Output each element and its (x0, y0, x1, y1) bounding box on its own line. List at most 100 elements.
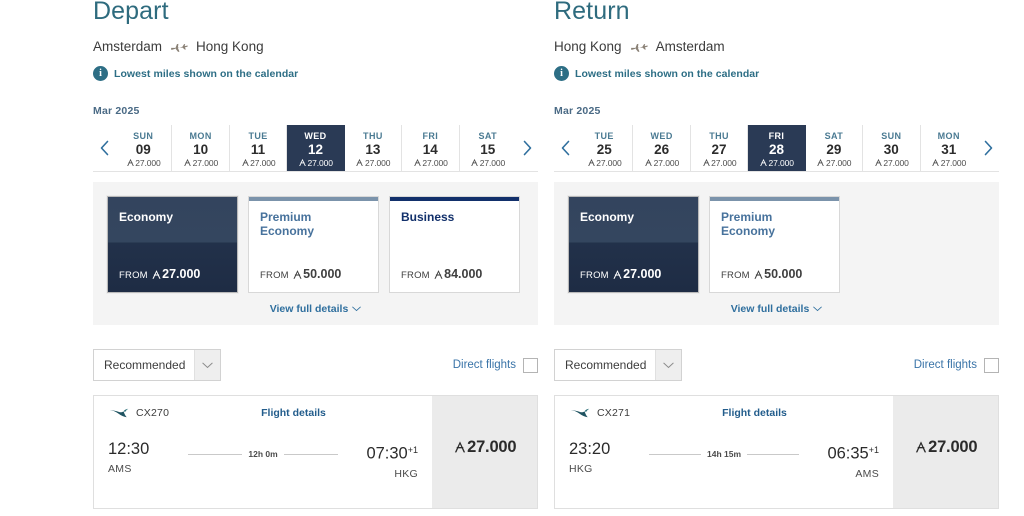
cabin-card-premium-economy[interactable]: Premium Economy FROM 50.000 (248, 196, 379, 293)
flight-details-link[interactable]: Flight details (261, 407, 326, 419)
flight-details-link[interactable]: Flight details (722, 407, 787, 419)
flight-number: CX271 (597, 407, 631, 419)
view-full-details-link-return[interactable]: View full details (568, 303, 985, 315)
direct-flights-checkbox[interactable] (523, 357, 538, 373)
view-full-details-link-depart[interactable]: View full details (107, 303, 524, 315)
calendar-day-09[interactable]: SUN 09 27.000 (115, 125, 173, 171)
departure-block: 12:30 AMS (108, 440, 180, 475)
cabin-price: FROM 50.000 (721, 267, 803, 282)
asia-miles-icon (702, 158, 711, 168)
sort-dropdown-return[interactable]: Recommended (554, 349, 682, 381)
calendar-day-14[interactable]: FRI 14 27.000 (402, 125, 460, 171)
flight-price-value: 27.000 (453, 438, 517, 457)
info-icon[interactable]: i (93, 66, 108, 81)
chevron-down-icon[interactable] (655, 350, 681, 380)
direct-flights-filter-depart[interactable]: Direct flights (452, 357, 538, 373)
direct-flights-label: Direct flights (452, 359, 516, 371)
calendar-day-weekday: TUE (594, 130, 614, 141)
chevron-down-icon[interactable] (194, 350, 220, 380)
calendar-prev-button[interactable] (554, 125, 576, 171)
cabin-price: FROM 27.000 (119, 267, 201, 281)
calendar-day-28[interactable]: FRI 28 27.000 (748, 125, 806, 171)
direct-flights-label: Direct flights (913, 359, 977, 371)
cabin-cards: Economy FROM 27.000 Premium Economy FROM 50… (107, 196, 524, 293)
cabin-class-panel-return: Economy FROM 27.000 Premium Economy FROM 50… (554, 182, 999, 325)
calendar-day-number: 28 (768, 141, 784, 157)
cabin-price: FROM 50.000 (260, 267, 342, 281)
cabin-name: Premium Economy (260, 210, 315, 238)
calendar-day-number: 29 (826, 141, 842, 157)
calendar-month-label-return: Mar 2025 (554, 105, 601, 117)
duration-line-left (188, 453, 243, 455)
direct-flights-checkbox[interactable] (984, 357, 999, 373)
asia-miles-icon (413, 158, 422, 168)
asia-miles-icon (816, 158, 825, 168)
calendar-day-15[interactable]: SAT 15 27.000 (460, 125, 516, 171)
date-calendar-depart: SUN 09 27.000 MON 10 27.000 TUE 11 27.000 WED 12 27… (93, 125, 538, 172)
asia-miles-icon (914, 438, 928, 457)
calendar-day-miles: 27.000 (413, 158, 448, 168)
calendar-day-weekday: TUE (248, 130, 268, 141)
sort-dropdown-depart[interactable]: Recommended (93, 349, 221, 381)
calendar-day-weekday: THU (709, 130, 729, 141)
calendar-next-button[interactable] (977, 125, 999, 171)
calendar-day-25[interactable]: TUE 25 27.000 (576, 125, 634, 171)
asia-miles-icon (753, 268, 764, 282)
calendar-day-12[interactable]: WED 12 27.000 (287, 125, 345, 171)
flight-price-value: 27.000 (914, 438, 978, 457)
calendar-day-number: 13 (365, 141, 381, 157)
asia-miles-icon (931, 158, 940, 168)
flight-result-card-return[interactable]: CX271 Flight details 23:20 HKG 14h 15m 06:35+… (554, 395, 999, 509)
asia-miles-icon (453, 438, 467, 457)
calendar-day-miles: 27.000 (298, 158, 333, 168)
departure-airport: HKG (569, 463, 593, 475)
calendar-day-30[interactable]: SUN 30 27.000 (863, 125, 921, 171)
duration-line-right (747, 453, 799, 455)
calendar-day-10[interactable]: MON 10 27.000 (172, 125, 230, 171)
calendar-day-miles: 27.000 (759, 158, 794, 168)
cabin-card-premium-economy[interactable]: Premium Economy FROM 50.000 (709, 196, 840, 293)
calendar-day-weekday: SAT (478, 130, 498, 141)
calendar-prev-button[interactable] (93, 125, 115, 171)
calendar-day-weekday: FRI (768, 130, 785, 141)
cathay-brushwing-icon (569, 407, 590, 419)
calendar-day-27[interactable]: THU 27 27.000 (691, 125, 749, 171)
calendar-day-miles: 27.000 (470, 158, 505, 168)
cabin-card-economy[interactable]: Economy FROM 27.000 (107, 196, 238, 293)
chevron-down-icon (352, 303, 362, 315)
calendar-day-31[interactable]: MON 31 27.000 (921, 125, 977, 171)
calendar-day-26[interactable]: WED 26 27.000 (633, 125, 691, 171)
view-full-details-label: View full details (730, 303, 810, 315)
flight-header-row: CX271 Flight details (569, 407, 879, 419)
flight-price-button-return[interactable]: 27.000 (893, 396, 998, 508)
cabin-name: Business (401, 210, 455, 224)
cabin-card-economy[interactable]: Economy FROM 27.000 (568, 196, 699, 293)
cabin-name: Premium Economy (721, 210, 776, 238)
calendar-day-29[interactable]: SAT 29 27.000 (806, 125, 864, 171)
direct-flights-filter-return[interactable]: Direct flights (913, 357, 999, 373)
cabin-class-panel-depart: Economy FROM 27.000 Premium Economy FROM 50… (93, 182, 538, 325)
flight-price-button-depart[interactable]: 27.000 (432, 396, 537, 508)
cabin-from-label: FROM (401, 270, 430, 281)
arrival-day-offset: +1 (868, 445, 879, 455)
info-icon[interactable]: i (554, 66, 569, 81)
return-panel: Return Hong Kong Amsterdam i Lowest miles sh… (554, 0, 999, 516)
route-destination: Hong Kong (196, 39, 264, 54)
cabin-accent-bar (249, 197, 378, 201)
lowest-miles-label: Lowest miles shown on the calendar (114, 67, 299, 80)
cabin-card-business[interactable]: Business FROM 84.000 (389, 196, 520, 293)
calendar-day-11[interactable]: TUE 11 27.000 (230, 125, 288, 171)
calendar-day-miles: 27.000 (355, 158, 390, 168)
asia-miles-icon (126, 158, 135, 168)
asia-miles-icon (241, 158, 250, 168)
calendar-day-weekday: WED (650, 130, 673, 141)
flight-result-card-depart[interactable]: CX270 Flight details 12:30 AMS 12h 0m 07:30+1… (93, 395, 538, 509)
route-origin: Hong Kong (554, 39, 622, 54)
asia-miles-icon (433, 268, 444, 282)
calendar-next-button[interactable] (516, 125, 538, 171)
sort-dropdown-value: Recommended (565, 358, 647, 372)
journey-title-return: Return (554, 0, 630, 25)
cabin-from-label: FROM (119, 270, 148, 281)
calendar-day-miles: 27.000 (874, 158, 909, 168)
calendar-day-13[interactable]: THU 13 27.000 (345, 125, 403, 171)
